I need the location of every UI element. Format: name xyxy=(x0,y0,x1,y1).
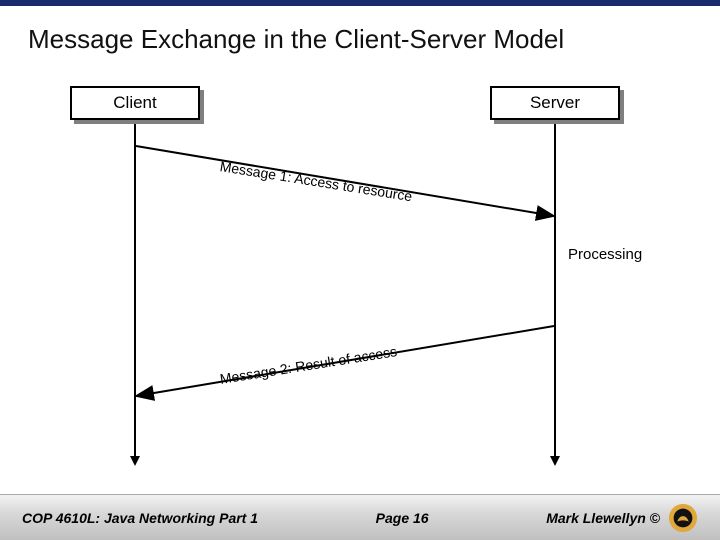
processing-label: Processing xyxy=(568,246,642,263)
arrows-svg xyxy=(70,86,630,466)
message-1-label: Message 1: Access to resource xyxy=(219,158,414,204)
message-2-label: Message 2: Result of access xyxy=(219,343,398,387)
slide-title: Message Exchange in the Client-Server Mo… xyxy=(28,24,692,55)
server-lifeline xyxy=(554,124,556,464)
server-box: Server xyxy=(490,86,620,120)
client-box: Client xyxy=(70,86,200,120)
ucf-pegasus-logo-icon xyxy=(668,503,698,533)
client-label: Client xyxy=(113,93,156,113)
slide: Message Exchange in the Client-Server Mo… xyxy=(0,0,720,540)
footer-author: Mark Llewellyn © xyxy=(546,510,660,526)
client-lifeline xyxy=(134,124,136,464)
footer-bar: COP 4610L: Java Networking Part 1 Page 1… xyxy=(0,494,720,540)
footer-course: COP 4610L: Java Networking Part 1 xyxy=(22,510,258,526)
sequence-diagram: Client Server Message 1: Access to resou… xyxy=(70,86,630,466)
footer-author-block: Mark Llewellyn © xyxy=(546,503,698,533)
footer-page: Page 16 xyxy=(376,510,429,526)
server-label: Server xyxy=(530,93,580,113)
